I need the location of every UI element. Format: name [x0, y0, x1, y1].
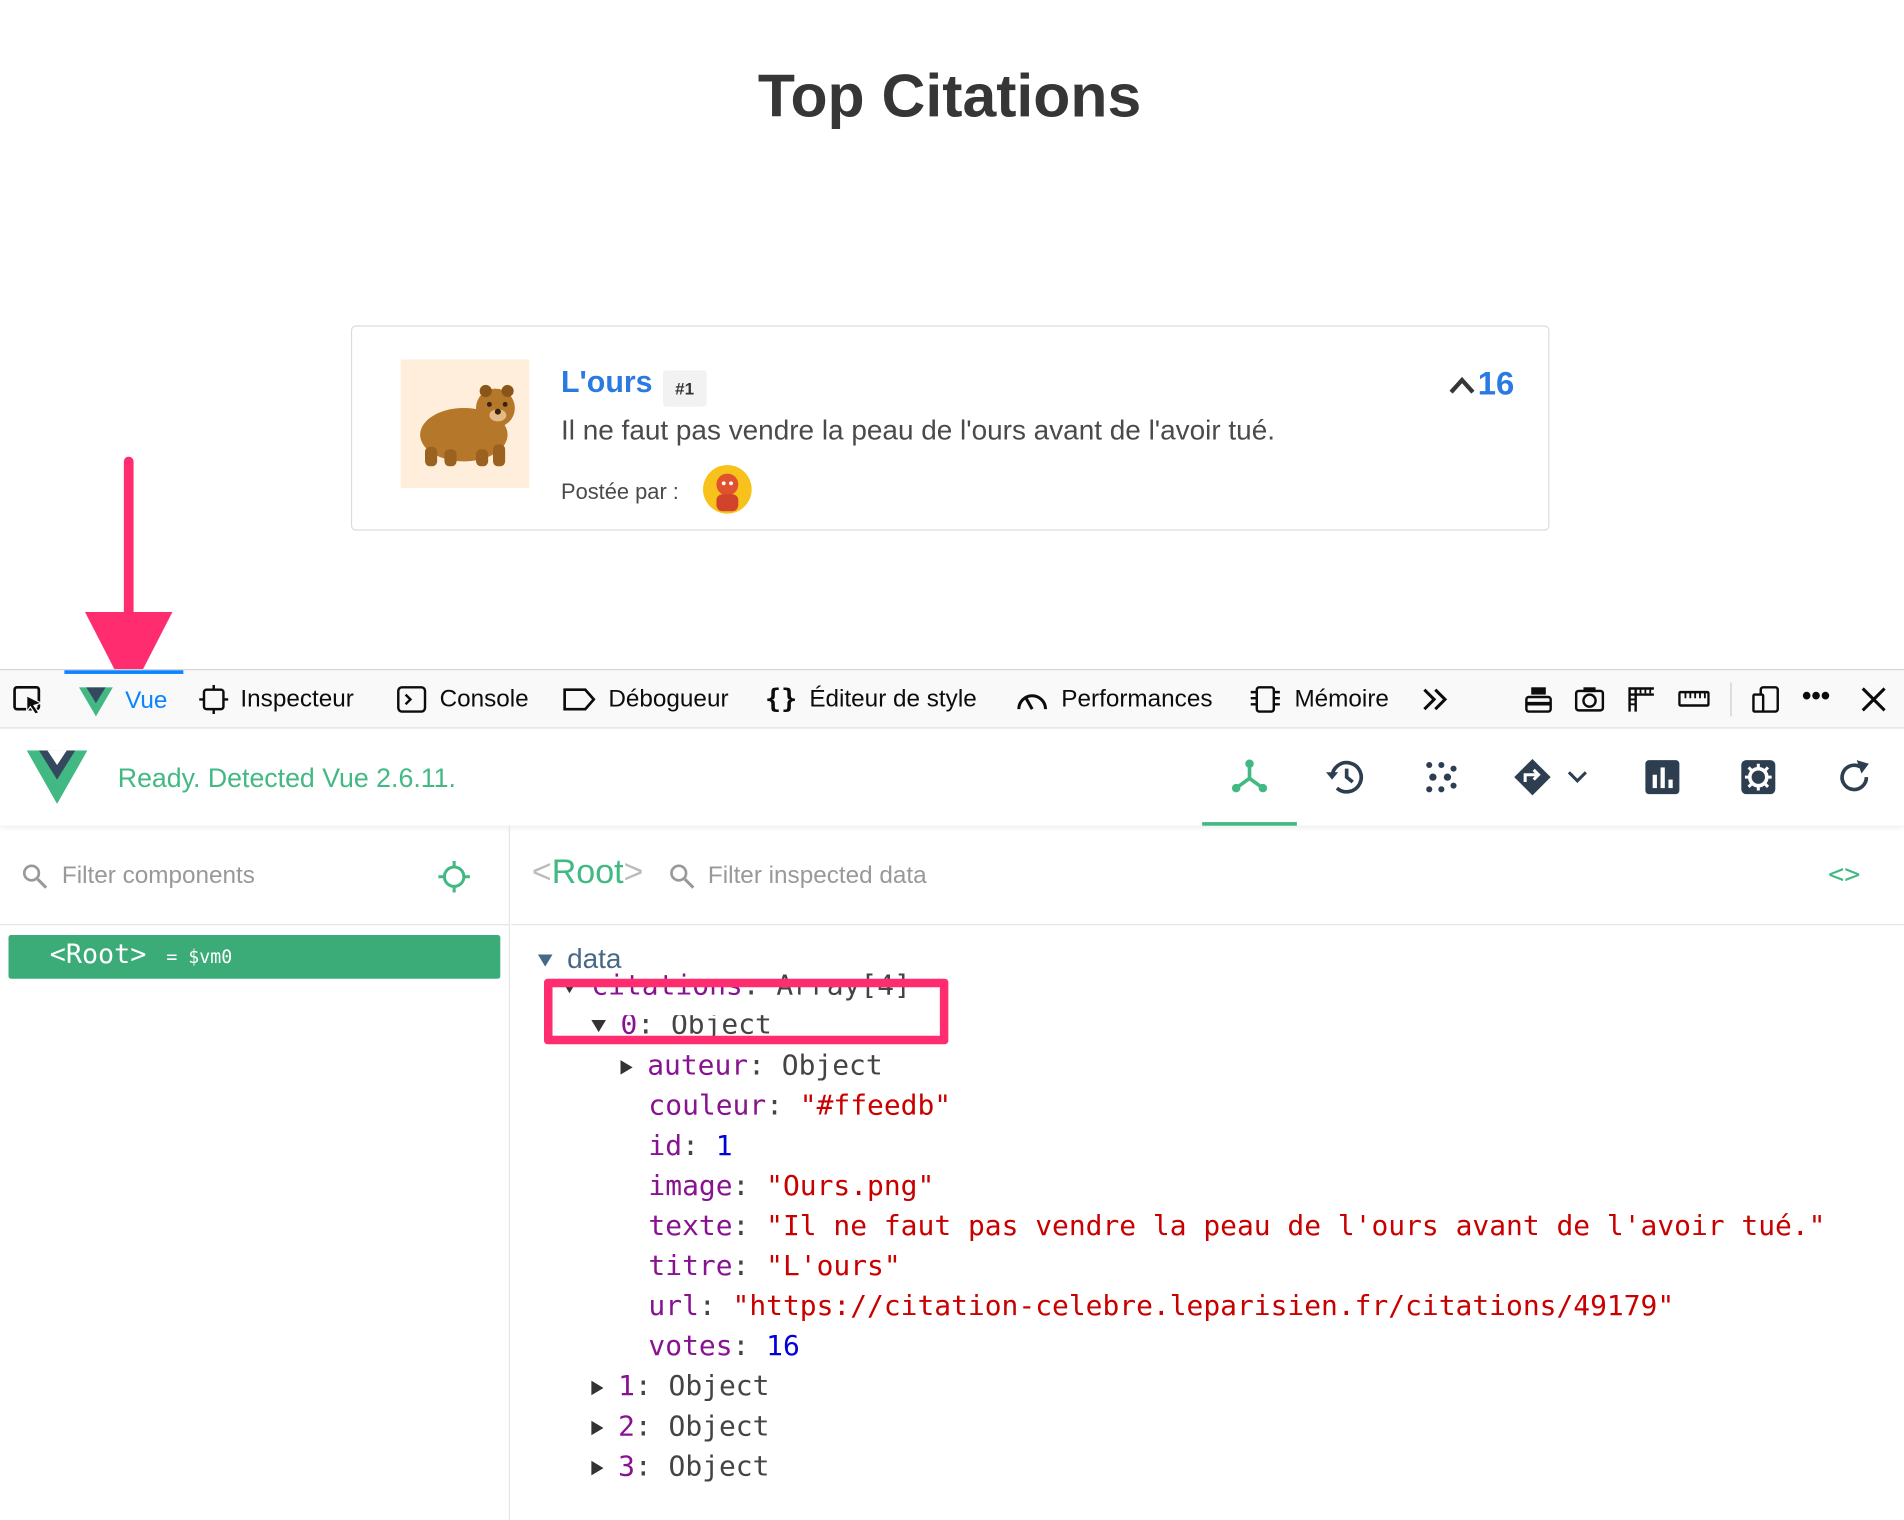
components-tab[interactable]	[1202, 729, 1297, 826]
tab-performances[interactable]: Performances	[1015, 670, 1212, 728]
upvote-button[interactable]: 16	[1449, 365, 1515, 404]
iframe-picker-icon[interactable]	[1523, 685, 1555, 714]
inspector-filter-bar: <Root> Filter inspected data <>	[511, 826, 1904, 926]
routing-tab[interactable]	[1490, 729, 1611, 826]
devtools-panel: Vue Inspecteur Console Débogueur {} Édit…	[0, 669, 1904, 1520]
citation-card: L'ours #1 16 Il ne faut pas vendre la pe…	[350, 325, 1550, 531]
responsive-design-icon[interactable]	[1751, 685, 1783, 714]
annotation-highlight-box	[544, 978, 949, 1045]
inspector-pane: <Root> Filter inspected data <> data cit…	[511, 826, 1904, 1520]
web-page: Top Citations L'ours #1 16 Il ne faut pa…	[0, 0, 1904, 670]
dots-grid-icon	[1426, 761, 1457, 793]
avatar-icon	[703, 465, 752, 514]
vue-devtools-header: Ready. Detected Vue 2.6.11.	[0, 728, 1904, 826]
braces-icon: {}	[765, 684, 798, 715]
close-icon[interactable]	[1858, 685, 1890, 714]
tree-row-votes: votes: 16	[648, 1330, 800, 1363]
citation-title[interactable]: L'ours	[561, 366, 653, 401]
gear-icon	[1741, 760, 1776, 795]
tree-row-couleur: couleur: "#ffeedb"	[648, 1090, 952, 1123]
posted-by-label: Postée par :	[561, 479, 679, 504]
open-in-editor-icon[interactable]: <>	[1828, 860, 1860, 890]
tree-row-titre: titre: "L'ours"	[648, 1250, 901, 1283]
chevron-down-icon	[1567, 771, 1587, 783]
console-icon	[397, 686, 427, 713]
vuex-tab[interactable]	[1394, 729, 1489, 826]
bar-chart-icon	[1645, 760, 1680, 795]
tree-row-item-1[interactable]: 1: Object	[591, 1367, 769, 1407]
chevron-up-icon	[1449, 376, 1475, 394]
component-tree-icon	[1231, 758, 1268, 792]
components-pane: Filter components <Root> = $vm0	[0, 825, 511, 1520]
annotation-arrow-down	[85, 456, 173, 698]
root-alias: = $vm0	[166, 945, 233, 968]
refresh-icon	[1840, 760, 1869, 792]
more-options-icon[interactable]: •••	[1802, 680, 1834, 710]
performance-tab[interactable]	[1615, 729, 1710, 826]
devtools-toolbar: Vue Inspecteur Console Débogueur {} Édit…	[0, 670, 1904, 729]
tab-console[interactable]: Console	[396, 670, 529, 728]
debugger-icon	[563, 688, 596, 711]
filter-inspected-data-input[interactable]: Filter inspected data	[708, 862, 927, 890]
inspected-component-name: <Root>	[531, 852, 644, 891]
tree-row-texte: texte: "Il ne faut pas vendre la peau de…	[648, 1210, 1826, 1243]
toolbar-divider	[1730, 682, 1732, 717]
citation-text: Il ne faut pas vendre la peau de l'ours …	[561, 414, 1276, 446]
measure-icon[interactable]	[1678, 685, 1710, 714]
bear-image	[400, 359, 530, 489]
tree-row-id: id: 1	[648, 1130, 733, 1163]
page-title: Top Citations	[757, 61, 1142, 130]
tree-row-url: url: "https://citation-celebre.leparisie…	[648, 1290, 1675, 1323]
element-picker-button[interactable]	[12, 670, 46, 728]
search-icon	[22, 864, 48, 889]
tab-debogueur[interactable]: Débogueur	[562, 670, 729, 728]
author-avatar[interactable]	[703, 465, 752, 514]
history-icon	[1326, 760, 1363, 794]
root-component-name: <Root>	[49, 939, 147, 971]
vue-status-text: Ready. Detected Vue 2.6.11.	[117, 762, 456, 793]
memory-chip-icon	[1250, 686, 1280, 713]
target-icon[interactable]	[437, 860, 471, 894]
rulers-icon[interactable]	[1626, 685, 1658, 714]
tab-editeur-de-style[interactable]: {} Éditeur de style	[765, 670, 977, 728]
filter-components-input[interactable]: Filter components	[62, 862, 255, 890]
rank-badge: #1	[663, 370, 707, 407]
tab-memoire[interactable]: Mémoire	[1248, 670, 1389, 728]
tree-row-auteur[interactable]: auteur: Object	[620, 1047, 883, 1087]
picker-icon	[13, 685, 43, 715]
refresh-button[interactable]	[1807, 729, 1902, 826]
tree-row-image: image: "Ours.png"	[648, 1170, 935, 1203]
vue-logo-icon	[78, 686, 113, 716]
double-chevron-right-icon	[1423, 688, 1448, 711]
screenshot-icon[interactable]	[1574, 685, 1606, 714]
vue-logo-icon	[26, 750, 88, 804]
search-icon	[670, 864, 695, 889]
settings-tab[interactable]	[1711, 729, 1806, 826]
vote-count: 16	[1477, 365, 1515, 402]
tree-row-item-2[interactable]: 2: Object	[591, 1407, 769, 1447]
gauge-icon	[1017, 694, 1048, 710]
route-sign-icon	[1514, 758, 1551, 796]
tab-vue[interactable]: Vue	[64, 670, 184, 728]
timeline-tab[interactable]	[1298, 729, 1393, 826]
inspector-icon	[199, 684, 229, 715]
bear-icon	[420, 384, 515, 467]
component-filter-bar: Filter components	[0, 826, 509, 926]
tree-row-item-3[interactable]: 3: Object	[591, 1447, 769, 1487]
more-tabs-button[interactable]	[1421, 670, 1450, 728]
tab-inspecteur[interactable]: Inspecteur	[199, 670, 354, 728]
component-row-root[interactable]: <Root> = $vm0	[8, 935, 501, 979]
